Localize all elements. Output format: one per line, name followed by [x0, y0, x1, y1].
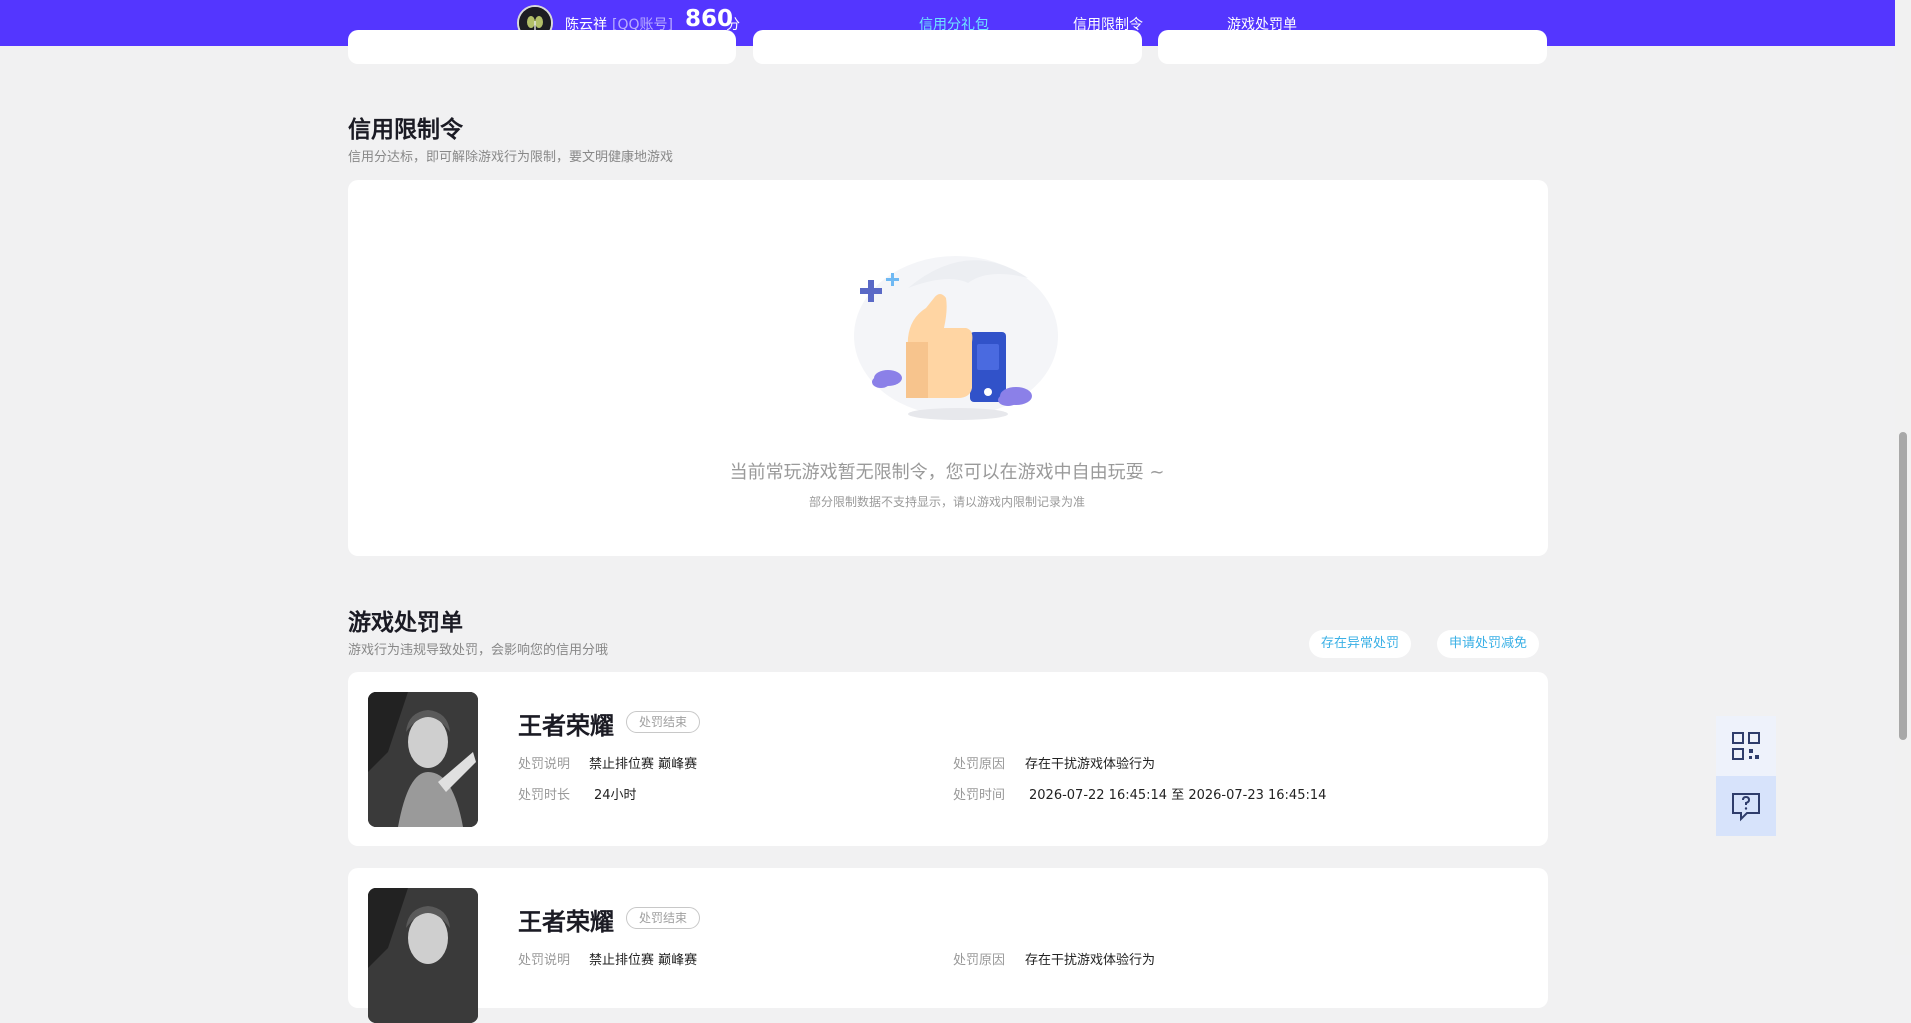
time-label: 处罚时间 [953, 788, 1006, 803]
duration-value: 24小时 [594, 788, 637, 803]
reason-value: 存在干扰游戏体验行为 [1025, 757, 1156, 772]
gift-card[interactable] [348, 30, 736, 64]
floating-panel [1716, 716, 1776, 836]
status-badge: 处罚结束 [626, 711, 701, 733]
penalty-card[interactable]: 王者荣耀 处罚结束 处罚说明 禁止排位赛 巅峰赛 处罚时长 24小时 处罚原因 … [348, 672, 1548, 846]
qr-code-button[interactable] [1716, 716, 1776, 776]
qr-code-icon [1732, 732, 1760, 760]
feedback-icon [1732, 793, 1760, 822]
game-hero-image [368, 888, 478, 1023]
abnormal-penalty-button[interactable]: 存在异常处罚 [1309, 630, 1412, 658]
reason-label: 处罚原因 [953, 757, 1006, 772]
duration-label: 处罚时长 [518, 788, 571, 803]
apply-reduction-button[interactable]: 申请处罚减免 [1437, 630, 1540, 658]
penalty-subtitle: 游戏行为违规导致处罚，会影响您的信用分哦 [348, 643, 609, 658]
penalty-title: 游戏处罚单 [348, 610, 463, 636]
gift-card[interactable] [753, 30, 1142, 64]
desc-value: 禁止排位赛 巅峰赛 [589, 953, 698, 968]
feedback-button[interactable] [1716, 776, 1776, 836]
game-name: 王者荣耀 [518, 908, 614, 936]
empty-state-subtitle: 部分限制数据不支持显示，请以游戏内限制记录为准 [808, 495, 1085, 509]
empty-state-title: 当前常玩游戏暂无限制令，您可以在游戏中自由玩耍 ~ [729, 462, 1165, 483]
desc-value: 禁止排位赛 巅峰赛 [589, 757, 698, 772]
penalty-card[interactable]: 王者荣耀 处罚结束 处罚说明 禁止排位赛 巅峰赛 处罚原因 存在干扰游戏体验行为 [348, 868, 1548, 1023]
restriction-card: 当前常玩游戏暂无限制令，您可以在游戏中自由玩耍 ~ 部分限制数据不支持显示，请以… [348, 180, 1548, 556]
reason-value: 存在干扰游戏体验行为 [1025, 953, 1156, 968]
game-name: 王者荣耀 [518, 712, 614, 740]
gift-card[interactable] [1158, 30, 1547, 64]
status-badge: 处罚结束 [626, 907, 701, 929]
game-hero-image [368, 692, 478, 827]
desc-label: 处罚说明 [518, 757, 571, 772]
restriction-title: 信用限制令 [348, 117, 463, 143]
restriction-subtitle: 信用分达标，即可解除游戏行为限制，要文明健康地游戏 [348, 150, 674, 165]
scrollbar-thumb[interactable] [1899, 432, 1907, 740]
reason-label: 处罚原因 [953, 953, 1006, 968]
desc-label: 处罚说明 [518, 953, 571, 968]
time-value: 2026-07-22 16:45:14 至 2026-07-23 16:45:1… [1029, 788, 1327, 803]
thumbs-up-illustration [854, 256, 1058, 420]
